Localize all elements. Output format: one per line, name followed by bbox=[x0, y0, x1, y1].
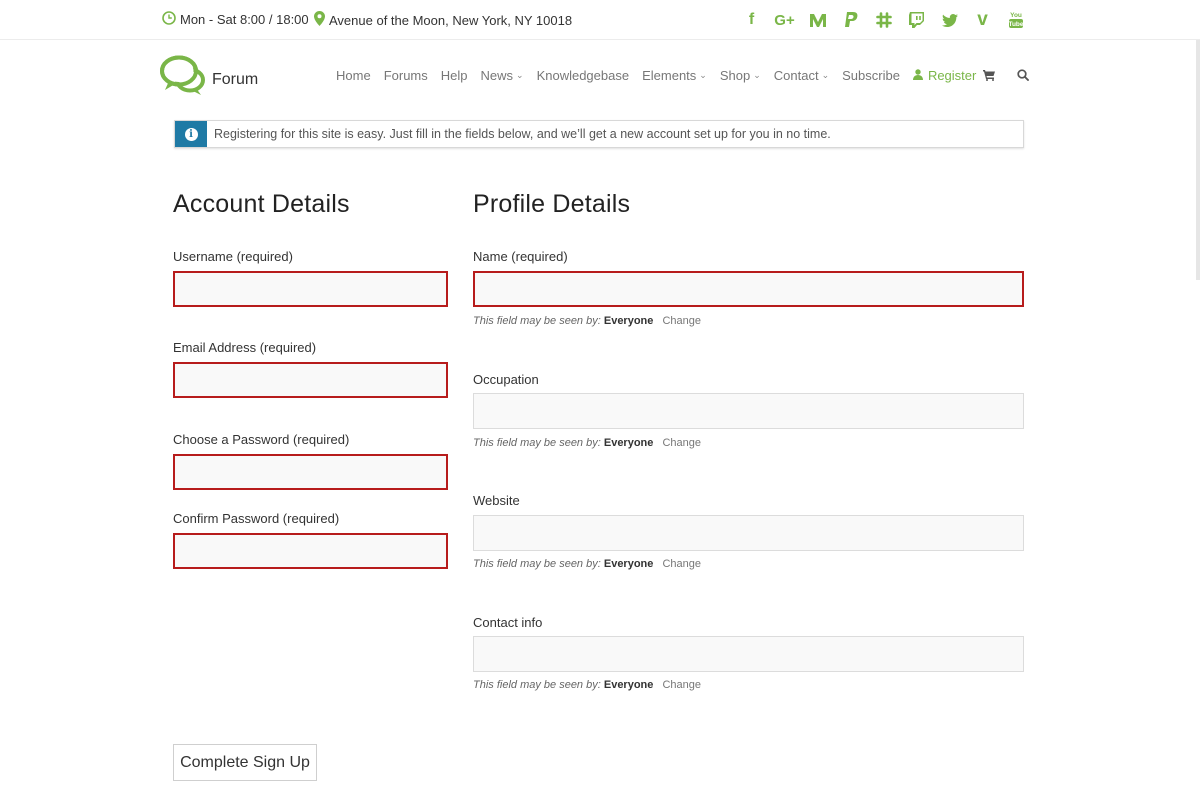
site-header: Forum Home Forums Help News ⌄ Knowledgeba… bbox=[0, 40, 1200, 110]
twitter-icon[interactable] bbox=[933, 9, 966, 31]
username-field[interactable] bbox=[173, 271, 448, 307]
website-label: Website bbox=[473, 493, 520, 508]
vimeo-icon[interactable]: v bbox=[966, 9, 999, 31]
name-visibility: This field may be seen by: Everyone Chan… bbox=[473, 315, 701, 327]
website-visibility: This field may be seen by: Everyone Chan… bbox=[473, 558, 701, 570]
nav-forums-label: Forums bbox=[383, 68, 428, 83]
top-info-bar: Mon - Sat 8:00 / 18:00 Avenue of the Moo… bbox=[0, 0, 1200, 40]
nav-subscribe-label: Subscribe bbox=[842, 68, 900, 83]
occupation-visibility: This field may be seen by: Everyone Chan… bbox=[473, 437, 701, 449]
cart-icon[interactable] bbox=[983, 69, 995, 84]
nav-shop-label: Shop bbox=[719, 68, 751, 83]
slack-icon[interactable] bbox=[867, 9, 900, 31]
name-field[interactable] bbox=[473, 271, 1024, 307]
visibility-prefix: This field may be seen by: bbox=[473, 558, 601, 570]
occupation-label: Occupation bbox=[473, 372, 539, 387]
contact-info-label: Contact info bbox=[473, 615, 543, 630]
visibility-value: Everyone bbox=[603, 315, 654, 327]
main-navigation: Home Forums Help News ⌄ Knowledgebase Ele… bbox=[336, 68, 1029, 83]
svg-text:You: You bbox=[1010, 12, 1022, 19]
address-text: Avenue of the Moon, New York, NY 10018 bbox=[329, 12, 573, 28]
paypal-icon[interactable] bbox=[834, 9, 867, 31]
visibility-value: Everyone bbox=[603, 437, 654, 449]
twitch-icon[interactable] bbox=[900, 9, 933, 31]
contact-info-visibility: This field may be seen by: Everyone Chan… bbox=[473, 679, 701, 691]
change-visibility-link[interactable]: Change bbox=[662, 315, 701, 327]
confirm-password-field[interactable] bbox=[173, 533, 448, 569]
info-notice-text: Registering for this site is easy. Just … bbox=[214, 127, 831, 141]
occupation-field[interactable] bbox=[473, 393, 1024, 429]
site-logo[interactable]: Forum bbox=[160, 55, 258, 102]
confirm-password-label: Confirm Password (required) bbox=[173, 511, 340, 526]
social-links: f G+ v You Tube bbox=[735, 9, 1032, 31]
contact-info-field[interactable] bbox=[473, 636, 1024, 672]
youtube-icon[interactable]: You Tube bbox=[999, 9, 1032, 31]
nav-elements[interactable]: Elements ⌄ bbox=[642, 68, 707, 83]
password-label: Choose a Password (required) bbox=[173, 432, 350, 447]
profile-details-heading: Profile Details bbox=[473, 190, 631, 218]
password-field[interactable] bbox=[173, 454, 448, 490]
opening-hours-text: Mon - Sat 8:00 / 18:00 bbox=[180, 12, 309, 27]
user-icon bbox=[912, 68, 923, 83]
clock-icon bbox=[162, 11, 176, 28]
visibility-prefix: This field may be seen by: bbox=[473, 679, 601, 691]
nav-news[interactable]: News ⌄ bbox=[481, 68, 524, 83]
complete-sign-up-button[interactable]: Complete Sign Up bbox=[173, 744, 317, 781]
nav-help[interactable]: Help bbox=[441, 68, 468, 83]
email-label: Email Address (required) bbox=[173, 340, 317, 355]
visibility-prefix: This field may be seen by: bbox=[473, 315, 601, 327]
speech-bubbles-icon bbox=[160, 55, 208, 102]
nav-forums[interactable]: Forums bbox=[384, 68, 428, 83]
search-icon[interactable] bbox=[1017, 69, 1029, 84]
chevron-down-icon: ⌄ bbox=[516, 70, 524, 80]
username-label: Username (required) bbox=[173, 249, 293, 264]
account-details-heading: Account Details bbox=[173, 190, 350, 218]
info-icon: i bbox=[175, 121, 207, 147]
map-marker-icon bbox=[314, 11, 325, 29]
nav-knowledgebase-label: Knowledgebase bbox=[536, 68, 630, 83]
name-label: Name (required) bbox=[473, 249, 568, 264]
site-name: Forum bbox=[212, 70, 259, 88]
svg-text:Tube: Tube bbox=[1008, 21, 1023, 28]
change-visibility-link[interactable]: Change bbox=[662, 437, 701, 449]
chevron-down-icon: ⌄ bbox=[753, 70, 761, 80]
nav-help-label: Help bbox=[440, 68, 468, 83]
nav-home[interactable]: Home bbox=[336, 68, 371, 83]
info-notice: i Registering for this site is easy. Jus… bbox=[174, 120, 1024, 148]
nav-knowledgebase[interactable]: Knowledgebase bbox=[537, 68, 630, 83]
nav-elements-label: Elements bbox=[642, 68, 697, 83]
nav-register[interactable]: Register bbox=[912, 68, 977, 83]
nav-register-label: Register bbox=[927, 68, 977, 83]
nav-news-label: News bbox=[480, 68, 514, 83]
visibility-value: Everyone bbox=[603, 679, 654, 691]
address: Avenue of the Moon, New York, NY 10018 bbox=[314, 11, 572, 29]
nav-subscribe[interactable]: Subscribe bbox=[842, 68, 900, 83]
change-visibility-link[interactable]: Change bbox=[662, 679, 701, 691]
visibility-value: Everyone bbox=[603, 558, 654, 570]
nav-contact[interactable]: Contact ⌄ bbox=[774, 68, 829, 83]
page-scrollbar[interactable] bbox=[1196, 40, 1200, 280]
website-field[interactable] bbox=[473, 515, 1024, 551]
nav-home-label: Home bbox=[336, 68, 371, 83]
facebook-icon[interactable]: f bbox=[735, 9, 768, 31]
medium-icon[interactable] bbox=[801, 9, 834, 31]
opening-hours: Mon - Sat 8:00 / 18:00 bbox=[162, 11, 309, 28]
email-field[interactable] bbox=[173, 362, 448, 398]
chevron-down-icon: ⌄ bbox=[699, 70, 707, 80]
google-plus-icon[interactable]: G+ bbox=[768, 9, 801, 31]
nav-contact-label: Contact bbox=[773, 68, 819, 83]
chevron-down-icon: ⌄ bbox=[821, 70, 830, 80]
nav-shop[interactable]: Shop ⌄ bbox=[720, 68, 761, 83]
change-visibility-link[interactable]: Change bbox=[662, 558, 701, 570]
visibility-prefix: This field may be seen by: bbox=[473, 437, 601, 449]
